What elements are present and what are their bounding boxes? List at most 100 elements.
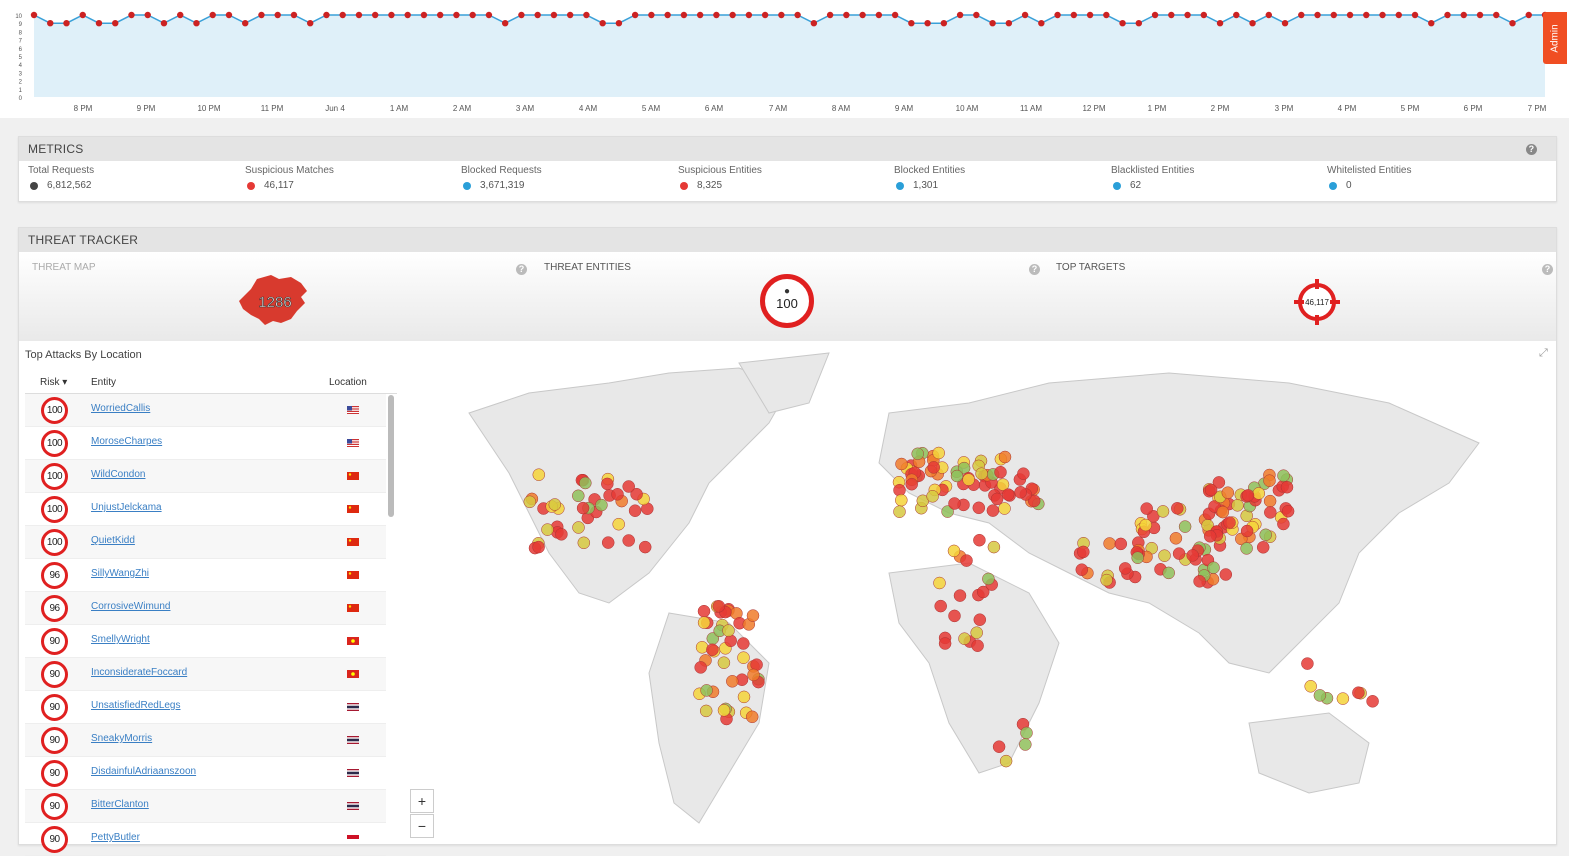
timeline-point[interactable] — [583, 11, 590, 19]
entity-link[interactable]: SillyWangZhi — [91, 568, 149, 579]
timeline-point[interactable] — [1119, 20, 1126, 27]
timeline-point[interactable] — [1038, 20, 1045, 27]
attack-location-dot[interactable] — [699, 704, 713, 718]
timeline-point[interactable] — [339, 11, 346, 19]
timeline-point[interactable] — [729, 11, 736, 19]
timeline-point[interactable] — [112, 20, 119, 27]
attack-location-dot[interactable] — [579, 476, 592, 490]
attack-location-dot[interactable] — [1264, 506, 1277, 519]
attack-location-dot[interactable] — [990, 492, 1004, 506]
zoom-in-button[interactable]: + — [410, 789, 434, 813]
attack-location-dot[interactable] — [595, 498, 608, 512]
entity-link[interactable]: CorrosiveWimund — [91, 601, 170, 612]
attack-location-dot[interactable] — [1140, 502, 1153, 515]
timeline-point[interactable] — [631, 11, 639, 19]
attack-location-dot[interactable] — [717, 704, 731, 717]
timeline-point[interactable] — [79, 11, 86, 19]
entity-link[interactable]: MoroseCharpes — [91, 436, 162, 447]
timeline-point[interactable] — [924, 20, 931, 27]
timeline-point[interactable] — [908, 20, 915, 27]
attack-location-dot[interactable] — [1207, 561, 1220, 574]
attack-location-dot[interactable] — [947, 544, 961, 558]
timeline-point[interactable] — [1379, 11, 1386, 19]
attack-location-dot[interactable] — [1241, 489, 1255, 502]
attack-location-dot[interactable] — [1204, 483, 1218, 497]
attack-location-dot[interactable] — [953, 589, 967, 602]
attack-location-dot[interactable] — [948, 497, 961, 510]
attack-location-dot[interactable] — [1186, 549, 1199, 562]
timeline-point[interactable] — [1184, 11, 1191, 19]
attack-location-dot[interactable] — [973, 613, 987, 626]
entity-link[interactable]: UnsatisfiedRedLegs — [91, 700, 181, 711]
attack-location-dot[interactable] — [932, 446, 945, 460]
attack-location-dot[interactable] — [1352, 686, 1365, 699]
attack-location-dot[interactable] — [986, 504, 1000, 517]
attack-location-dot[interactable] — [694, 661, 707, 674]
table-row[interactable]: 100 MoroseCharpes — [25, 427, 386, 460]
attack-location-dot[interactable] — [1103, 537, 1116, 550]
attack-location-dot[interactable] — [1019, 738, 1032, 751]
attack-location-dot[interactable] — [1221, 486, 1235, 499]
entity-link[interactable]: PettyButler — [91, 832, 140, 843]
table-row[interactable]: 90 SneakyMorris — [25, 724, 386, 757]
attack-location-dot[interactable] — [1172, 547, 1186, 560]
timeline-point[interactable] — [696, 11, 704, 19]
expand-icon[interactable]: ⤢ — [1539, 347, 1548, 360]
timeline-point[interactable] — [713, 11, 720, 19]
table-row[interactable]: 100 WildCondon — [25, 460, 386, 493]
timeline-point[interactable] — [648, 11, 655, 19]
attack-location-dot[interactable] — [622, 480, 635, 493]
attack-location-dot[interactable] — [1366, 695, 1379, 708]
attack-location-dot[interactable] — [970, 626, 983, 639]
timeline-point[interactable] — [1103, 11, 1110, 19]
attack-location-dot[interactable] — [612, 517, 625, 531]
table-row[interactable]: 100 UnjustJelckama — [25, 493, 386, 526]
timeline-point[interactable] — [1476, 11, 1484, 19]
timeline-point[interactable] — [177, 11, 184, 19]
attack-location-dot[interactable] — [1277, 469, 1290, 482]
table-row[interactable]: 90 PettyButler — [25, 823, 386, 856]
timeline-point[interactable] — [1200, 11, 1208, 19]
attack-location-dot[interactable] — [1169, 532, 1183, 545]
attack-location-dot[interactable] — [1240, 542, 1253, 555]
attack-location-dot[interactable] — [1077, 545, 1090, 559]
attack-location-dot[interactable] — [911, 447, 924, 461]
attack-location-dot[interactable] — [697, 604, 711, 618]
attack-location-dot[interactable] — [1171, 502, 1184, 515]
attack-location-dot[interactable] — [1193, 575, 1206, 588]
timeline-point[interactable] — [193, 20, 200, 27]
timeline-point[interactable] — [30, 11, 38, 19]
timeline-point[interactable] — [1428, 20, 1435, 27]
timeline-point[interactable] — [453, 11, 460, 19]
timeline-point[interactable] — [420, 11, 428, 19]
attack-location-dot[interactable] — [737, 637, 750, 650]
timeline-point[interactable] — [501, 20, 509, 27]
timeline-point[interactable] — [680, 11, 688, 19]
timeline-point[interactable] — [1151, 11, 1159, 19]
timeline-point[interactable] — [1005, 20, 1013, 27]
attack-location-dot[interactable] — [998, 450, 1012, 464]
attack-location-dot[interactable] — [576, 501, 590, 515]
timeline-point[interactable] — [323, 11, 330, 19]
entity-link[interactable]: WorriedCallis — [91, 403, 150, 414]
help-icon[interactable]: ? — [1029, 264, 1040, 275]
attack-location-dot[interactable] — [905, 477, 918, 491]
attack-location-dot[interactable] — [1304, 680, 1317, 693]
entity-link[interactable]: DisdainfulAdriaanszoon — [91, 766, 196, 777]
timeline-point[interactable] — [534, 11, 541, 19]
attack-location-dot[interactable] — [577, 536, 591, 550]
entity-link[interactable]: QuietKidd — [91, 535, 135, 546]
timeline-point[interactable] — [371, 11, 379, 19]
attack-location-dot[interactable] — [555, 528, 568, 541]
timeline-point[interactable] — [940, 20, 948, 27]
threat-map-tile[interactable]: THREAT MAP ? 1286 — [19, 252, 531, 341]
attack-location-dot[interactable] — [975, 467, 988, 480]
attack-location-dot[interactable] — [1162, 566, 1175, 580]
attack-location-dot[interactable] — [532, 540, 545, 554]
timeline-point[interactable] — [745, 11, 753, 19]
entity-link[interactable]: SneakyMorris — [91, 733, 152, 744]
timeline-point[interactable] — [664, 11, 671, 19]
attack-location-dot[interactable] — [1259, 528, 1272, 542]
timeline-point[interactable] — [225, 11, 233, 19]
attack-location-dot[interactable] — [747, 668, 760, 682]
